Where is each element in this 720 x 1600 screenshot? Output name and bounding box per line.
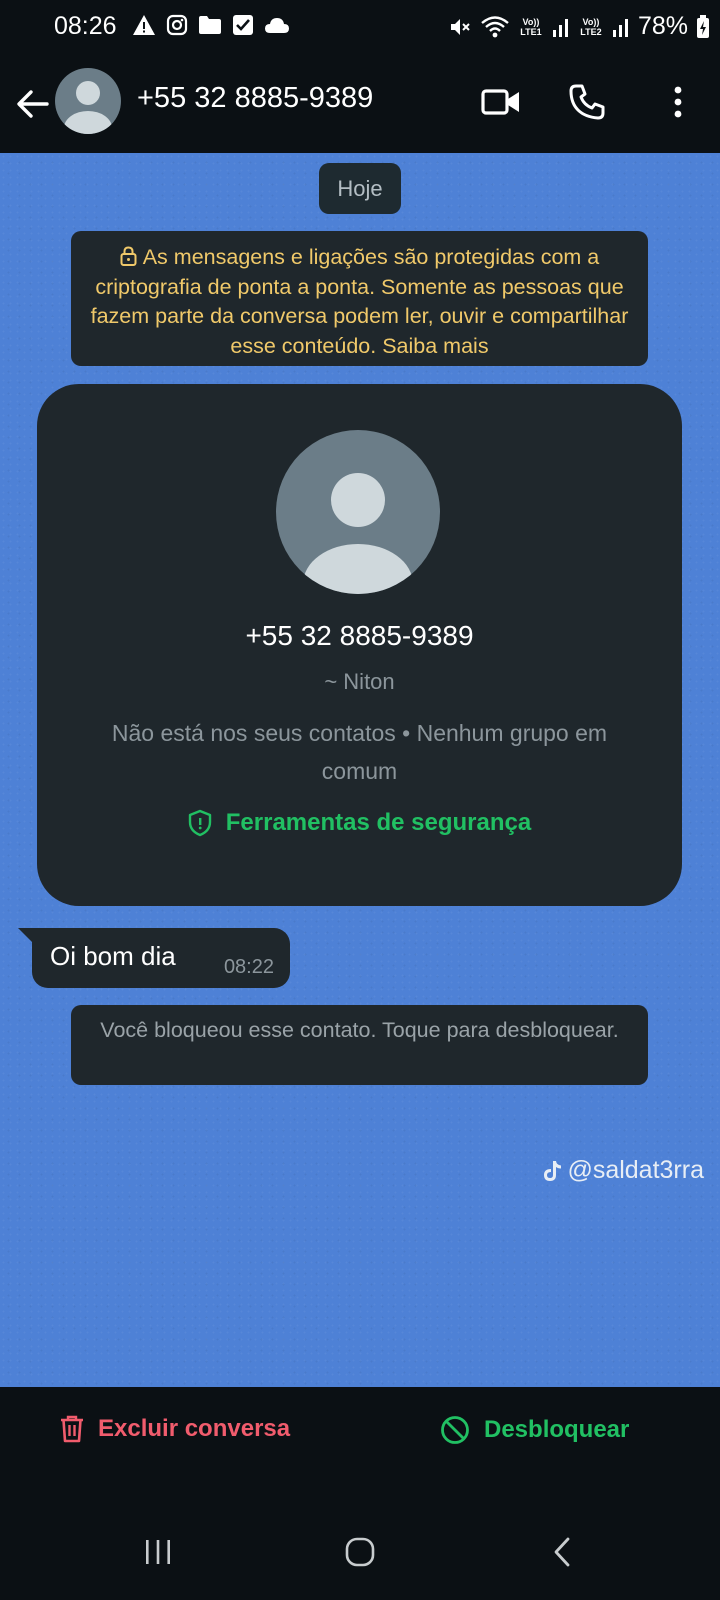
contact-info-card: +55 32 8885-9389 ~ Niton Não está nos se…: [37, 384, 682, 906]
sim2-label: Vo)) LTE2: [580, 16, 602, 37]
warning-icon: [133, 15, 155, 35]
status-time: 08:26: [54, 12, 117, 40]
battery-percent: 78%: [637, 12, 688, 40]
message-text: Oi bom dia: [50, 941, 176, 971]
watermark: @saldat3rra: [541, 1156, 704, 1185]
message-time: 08:22: [223, 956, 274, 978]
signal-icon: [612, 18, 628, 37]
encryption-notice-text: As mensagens e ligações são protegidas c…: [90, 245, 629, 358]
safety-tools-label: Ferramentas de segurança: [225, 809, 532, 836]
status-bar: 08:26 Vo)) LTE1 Vo)) LTE2 78%: [0, 0, 720, 55]
unblock-label: Desbloquear: [484, 1416, 630, 1443]
contact-phone: +55 32 8885-9389: [245, 620, 474, 651]
default-avatar-icon: [303, 473, 413, 594]
home-button[interactable]: [330, 1527, 390, 1577]
battery-icon: [697, 14, 709, 38]
checkbox-icon: [233, 15, 253, 35]
incoming-message[interactable]: Oi bom dia 08:22: [18, 928, 290, 988]
arrow-left-icon: [17, 90, 49, 118]
blocked-notice[interactable]: Você bloqueou esse contato. Toque para d…: [71, 1005, 648, 1085]
delete-chat-button[interactable]: Excluir conversa: [60, 1415, 290, 1443]
encryption-notice[interactable]: As mensagens e ligações são protegidas c…: [71, 231, 648, 366]
system-nav-bar: [0, 1507, 720, 1600]
signal-icon: [552, 18, 568, 37]
video-camera-icon: [481, 89, 519, 115]
watermark-text: @saldat3rra: [567, 1156, 704, 1184]
back-button[interactable]: [12, 82, 52, 126]
chat-header: +55 32 8885-9389: [0, 55, 720, 153]
shield-icon: [188, 809, 211, 837]
blocked-actions-bar: Excluir conversa Desbloquear: [0, 1387, 720, 1507]
date-chip: Hoje: [319, 163, 401, 214]
status-notification-icons: [132, 14, 290, 36]
recents-icon: [146, 1540, 170, 1564]
default-avatar-icon: [64, 81, 112, 134]
safety-tools-button[interactable]: Ferramentas de segurança: [37, 809, 682, 837]
lock-icon: [120, 246, 137, 266]
video-call-button[interactable]: [477, 78, 525, 126]
status-system-icons: Vo)) LTE1 Vo)) LTE2 78%: [448, 12, 710, 41]
tiktok-icon: [544, 1160, 562, 1181]
contact-info-text: Não está nos seus contatos • Nenhum grup…: [111, 720, 608, 784]
chevron-left-icon: [554, 1537, 570, 1567]
chat-area[interactable]: Hoje As mensagens e ligações são protegi…: [0, 153, 720, 1387]
sim1-label: Vo)) LTE1: [520, 16, 542, 37]
instagram-icon: [166, 14, 188, 36]
bubble-tail: [18, 928, 32, 942]
voice-call-button[interactable]: [563, 78, 611, 126]
mute-icon: [450, 18, 470, 35]
contact-push-name: ~ Niton: [324, 669, 395, 694]
nav-back-button[interactable]: [532, 1527, 592, 1577]
trash-icon: [61, 1415, 83, 1443]
contact-avatar: [276, 430, 440, 594]
phone-icon: [569, 84, 605, 120]
cloud-icon: [265, 18, 289, 33]
wifi-icon: [481, 15, 509, 37]
avatar[interactable]: [55, 68, 121, 134]
more-options-button[interactable]: [654, 78, 702, 126]
contact-title[interactable]: +55 32 8885-9389: [137, 82, 373, 115]
folder-icon: [199, 16, 221, 34]
recent-apps-button[interactable]: [128, 1527, 188, 1577]
home-icon: [345, 1537, 375, 1567]
unblock-button[interactable]: Desbloquear: [440, 1415, 629, 1445]
delete-chat-label: Excluir conversa: [98, 1415, 291, 1442]
block-icon: [441, 1416, 469, 1444]
more-vertical-icon: [674, 86, 682, 118]
